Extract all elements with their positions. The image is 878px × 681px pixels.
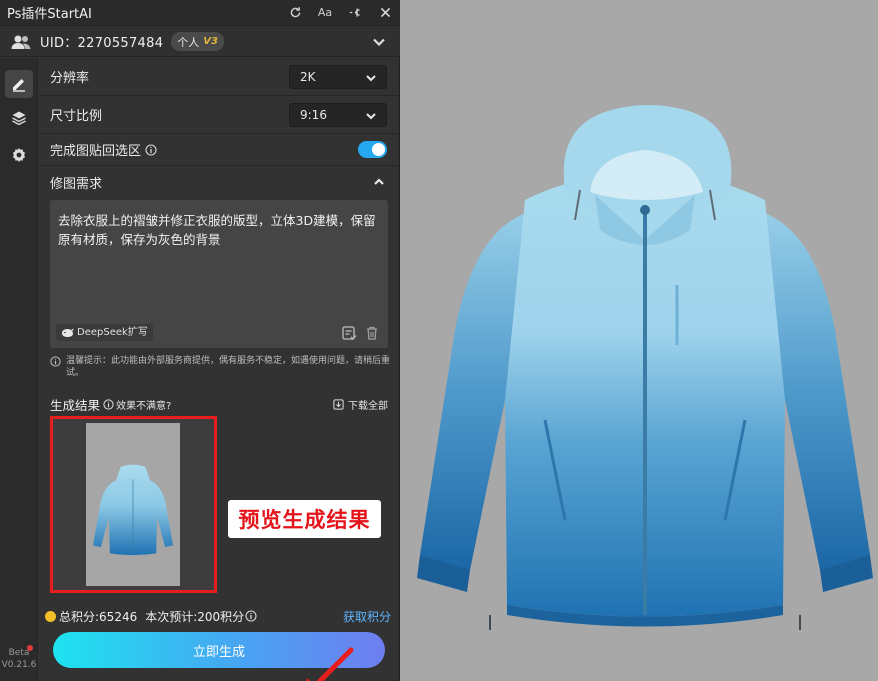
jacket-image: [417, 105, 873, 630]
refresh-icon: [290, 7, 300, 18]
users-icon: [11, 35, 31, 49]
results-header: 生成结果 效果不满意? 下载全部: [50, 395, 388, 413]
pencil-icon: [13, 79, 25, 92]
edit-request-label: 修图需求: [50, 176, 103, 192]
earn-points-link[interactable]: 获取积分: [343, 608, 391, 625]
resolution-label: 分辨率: [50, 71, 90, 86]
prompt-library-icon[interactable]: [341, 325, 357, 341]
refresh-button[interactable]: [280, 0, 310, 26]
aspect-ratio-value: 9:16: [300, 107, 327, 122]
sidebar: Beta V0.21.6: [0, 58, 38, 681]
aspect-ratio-row: 尺寸比例 9:16: [39, 96, 399, 134]
unsatisfied-link[interactable]: 效果不满意?: [103, 397, 171, 412]
canvas-preview: [401, 0, 878, 681]
account-badge: 个人 V3: [171, 32, 224, 51]
user-uid: UID：2270557484: [40, 36, 164, 51]
update-dot: [27, 645, 33, 651]
jacket-thumbnail: [92, 464, 174, 556]
paste-back-row: 完成图贴回选区: [39, 134, 399, 166]
resolution-select[interactable]: 2K: [289, 64, 387, 89]
edit-request-textarea[interactable]: 去除衣服上的褶皱并修正衣服的版型，立体3D建模，保留原有材质，保存为灰色的背景 …: [50, 200, 388, 348]
generate-label: 立即生成: [192, 644, 245, 660]
service-tip: 温馨提示：此功能由外部服务商提供，偶有服务不稳定，如遇使用问题，请稍后重试。: [50, 355, 390, 379]
plugin-panel: Ps插件StartAI Aa UID：2270557484 个人 V3 Beta…: [0, 0, 400, 681]
total-points: 总积分:65246: [59, 609, 138, 624]
pin-icon: [349, 8, 360, 17]
resolution-row: 分辨率 2K: [39, 58, 399, 96]
paste-back-toggle[interactable]: [358, 141, 387, 158]
download-all-label: 下载全部: [348, 400, 388, 412]
vip-level: V3: [203, 36, 218, 47]
info-icon: [103, 398, 114, 410]
trash-icon[interactable]: [364, 325, 380, 341]
tip-text: 温馨提示：此功能由外部服务商提供，偶有服务不稳定，如遇使用问题，请稍后重试。: [66, 356, 391, 378]
deepseek-label: DeepSeek扩写: [77, 327, 148, 338]
estimated-cost: 本次预计:200积分: [145, 609, 245, 624]
chevron-up-icon[interactable]: [373, 176, 385, 188]
font-size-label: Aa: [317, 6, 333, 19]
unsatisfied-label: 效果不满意?: [116, 400, 172, 412]
aspect-ratio-label: 尺寸比例: [50, 109, 103, 124]
info-icon[interactable]: [245, 610, 257, 622]
download-all-button[interactable]: 下载全部: [333, 397, 388, 412]
layers-icon: [12, 111, 26, 126]
coin-icon: [45, 610, 56, 622]
edit-request-header[interactable]: 修图需求: [39, 166, 399, 198]
red-arrow-annotation: [306, 647, 354, 681]
toggle-knob: [372, 143, 385, 156]
pin-button[interactable]: [340, 0, 370, 26]
font-size-button[interactable]: Aa: [310, 0, 340, 26]
chevron-down-icon: [366, 74, 376, 81]
info-icon[interactable]: [145, 143, 157, 156]
deepseek-expand-button[interactable]: DeepSeek扩写: [56, 324, 153, 341]
version-info: Beta V0.21.6: [0, 645, 38, 671]
info-icon: [50, 356, 61, 367]
results-title: 生成结果: [50, 397, 101, 413]
main-content: 分辨率 2K 尺寸比例 9:16 完成图贴回选区 修图需求 去除衣服上的褶皱并修…: [39, 58, 399, 681]
gear-icon: [13, 148, 25, 162]
user-bar[interactable]: UID：2270557484 个人 V3: [0, 27, 400, 57]
account-type: 个人: [177, 35, 200, 49]
whale-icon: [62, 328, 74, 337]
version-number: V0.21.6: [1, 660, 37, 670]
chevron-down-icon[interactable]: [372, 35, 386, 49]
app-title: Ps插件StartAI: [7, 7, 92, 22]
edit-request-text: 去除衣服上的褶皱并修正衣服的版型，立体3D建模，保留原有材质，保存为灰色的背景: [58, 213, 376, 247]
sidebar-item-layers[interactable]: [5, 104, 33, 132]
aspect-ratio-select[interactable]: 9:16: [289, 102, 387, 127]
preview-callout: 预览生成结果: [228, 500, 381, 538]
points-bar: 总积分:65246 本次预计:200积分 获取积分: [45, 608, 391, 624]
chevron-down-icon: [366, 112, 376, 119]
download-icon: [333, 398, 344, 410]
paste-back-label: 完成图贴回选区: [50, 144, 142, 159]
close-button[interactable]: [370, 0, 400, 26]
sidebar-item-settings[interactable]: [5, 141, 33, 169]
sidebar-item-edit[interactable]: [5, 70, 33, 98]
result-thumbnail[interactable]: [50, 416, 217, 593]
resolution-value: 2K: [300, 69, 316, 84]
close-icon: [380, 7, 390, 18]
result-image: [86, 423, 180, 586]
title-bar: Ps插件StartAI Aa: [0, 0, 400, 26]
